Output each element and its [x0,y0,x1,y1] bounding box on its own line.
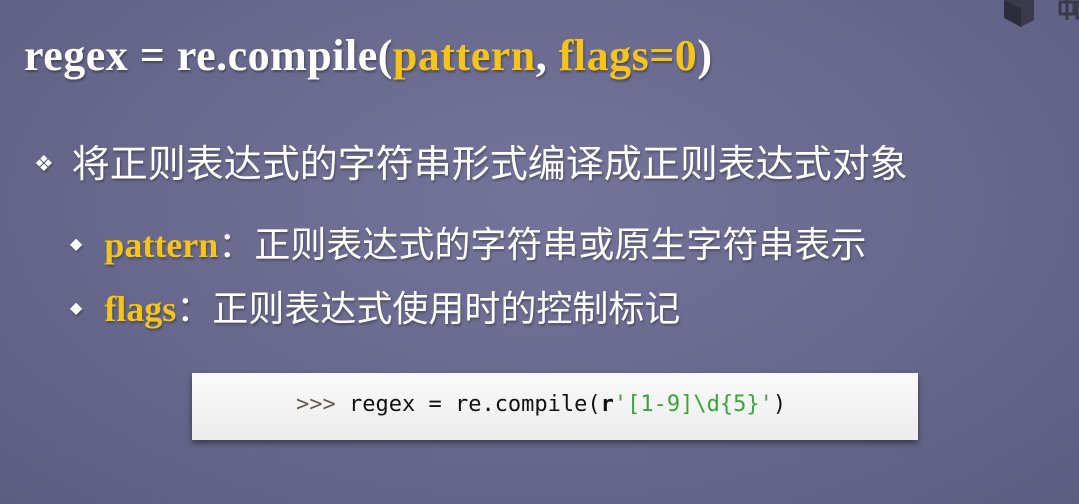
title-arg-pattern: pattern [392,31,536,80]
code-line: >>> regex = re.compile(r'[1-9]\d{5}') [296,392,786,417]
bullet-icon: ◆ [70,234,83,253]
sub-bullet-colon: ： [176,289,213,330]
code-prompt: >>> [296,392,336,417]
slide-title: regex = re.compile(pattern, flags=0) [24,30,712,81]
main-bullet-text: 将正则表达式的字符串形式编译成正则表达式对象 [71,142,908,186]
sub-bullet-text: 正则表达式使用时的控制标记 [212,289,681,330]
sub-bullet-flags: ◆ flags：正则表达式使用时的控制标记 [70,280,680,332]
bullet-icon: ◆ [70,298,83,317]
sub-bullet-text: 正则表达式的字符串或原生字符串表示 [254,225,867,266]
title-suffix: ) [697,31,713,80]
sub-bullet-keyword: flags [104,289,177,329]
diamond-bullet-icon: ❖ [34,152,54,177]
code-before: regex = re.compile( [335,392,601,417]
sub-bullet-colon: ： [218,225,255,266]
code-after: ) [772,392,787,417]
code-raw-prefix: r [600,392,614,417]
title-arg-flags: flags=0 [558,31,698,80]
sub-bullet-keyword: pattern [104,225,219,265]
sub-bullet-pattern: ◆ pattern：正则表达式的字符串或原生字符串表示 [70,216,866,268]
code-string: '[1-9]\d{5}' [613,392,773,417]
watermark-logo [1004,0,1079,27]
title-prefix: regex = re.compile( [24,31,393,80]
code-example-box: >>> regex = re.compile(r'[1-9]\d{5}') [192,373,918,440]
title-sep: , [535,31,559,80]
main-bullet: ❖ 将正则表达式的字符串形式编译成正则表达式对象 [34,133,908,188]
